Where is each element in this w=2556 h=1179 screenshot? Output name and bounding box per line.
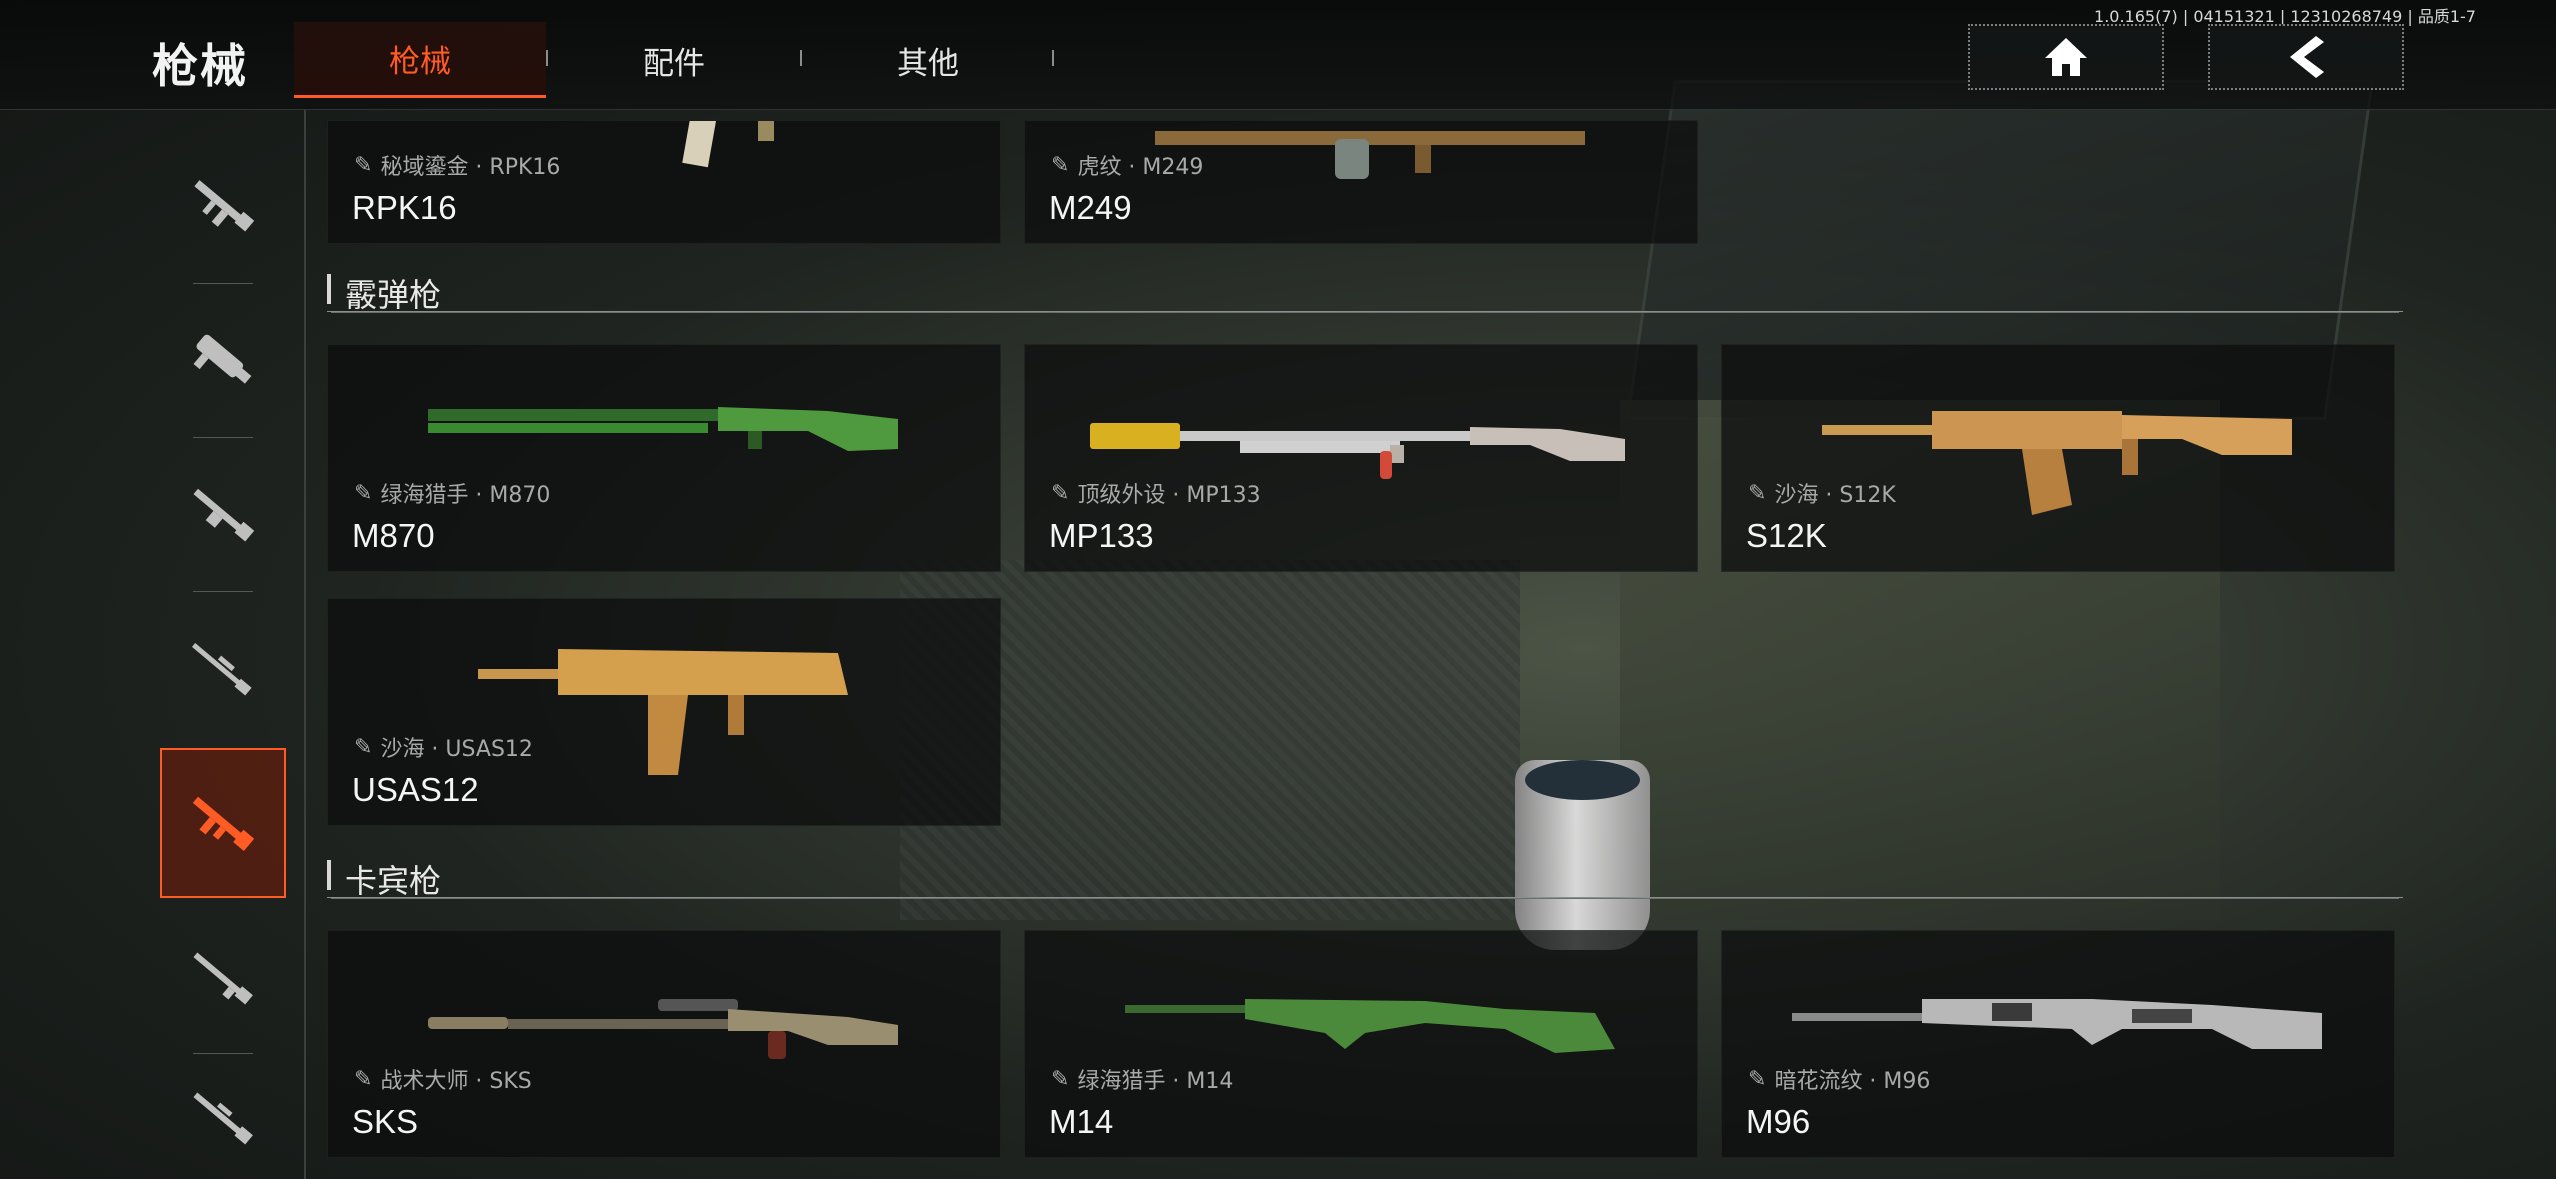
skin-label: 沙海 · S12K (1774, 483, 1896, 508)
weapon-skin: ✎ 虎纹 · M249 (1051, 149, 1203, 181)
sidebar-item-shotgun[interactable] (160, 748, 286, 898)
paint-tag-icon: ✎ (1051, 152, 1070, 178)
weapon-card-m14[interactable]: ✎ 绿海猎手 · M14 M14 (1024, 930, 1698, 1158)
weapon-card-m249[interactable]: ✎ 虎纹 · M249 M249 (1024, 120, 1698, 244)
weapon-card-m870[interactable]: ✎ 绿海猎手 · M870 M870 (327, 344, 1001, 572)
weapon-card-mp133[interactable]: ✎ 顶级外设 · MP133 MP133 (1024, 344, 1698, 572)
sidebar-divider (193, 283, 253, 284)
skin-label: 虎纹 · M249 (1077, 155, 1204, 180)
home-button[interactable] (1968, 24, 2164, 90)
skin-label: 战术大师 · SKS (380, 1069, 532, 1094)
weapon-card-m96[interactable]: ✎ 暗花流纹 · M96 M96 (1721, 930, 2395, 1158)
home-icon (2045, 38, 2087, 76)
weapon-name: M870 (352, 517, 435, 554)
tab-attachments[interactable]: 配件 (548, 22, 800, 98)
back-arrow-icon (2290, 36, 2324, 78)
paint-tag-icon: ✎ (1748, 480, 1767, 506)
section-title: 霰弹枪 (345, 276, 442, 314)
weapon-name: M249 (1049, 189, 1132, 226)
tab-separator (1052, 50, 1054, 66)
sidebar-divider (193, 437, 253, 438)
section-header-shotgun: 霰弹枪 (327, 262, 2403, 314)
weapon-skin: ✎ 绿海猎手 · M14 (1051, 1063, 1233, 1095)
weapon-name: M96 (1746, 1103, 1811, 1140)
skin-label: 秘域鎏金 · RPK16 (380, 155, 561, 180)
paint-tag-icon: ✎ (1748, 1066, 1767, 1092)
weapon-name: M14 (1049, 1103, 1114, 1140)
tab-label: 枪械 (389, 44, 451, 80)
page-title: 枪械 (152, 39, 248, 93)
paint-tag-icon: ✎ (1051, 480, 1070, 506)
weapon-name: MP133 (1049, 517, 1154, 554)
skin-label: 绿海猎手 · M870 (380, 483, 551, 508)
sniper-icon (191, 643, 252, 696)
weapon-skin: ✎ 暗花流纹 · M96 (1748, 1063, 1930, 1095)
weapon-skin: ✎ 沙海 · USAS12 (354, 731, 533, 763)
assault-rifle-icon (194, 180, 255, 232)
background-lantern-cap (1525, 760, 1640, 800)
weapon-card-sks[interactable]: ✎ 战术大师 · SKS SKS (327, 930, 1001, 1158)
top-bar: 枪械 枪械 配件 其他 1.0.165(7) | 04151321 | 1231… (0, 0, 2556, 110)
rpk16-gun-image (682, 121, 774, 168)
weapon-skin: ✎ 秘域鎏金 · RPK16 (354, 149, 560, 181)
skin-label: 沙海 · USAS12 (380, 737, 533, 762)
sidebar-item-smg[interactable] (160, 285, 286, 435)
weapon-card-usas12[interactable]: ✎ 沙海 · USAS12 USAS12 (327, 598, 1001, 826)
tab-label: 其他 (897, 45, 959, 82)
weapon-skin: ✎ 战术大师 · SKS (354, 1063, 532, 1095)
sidebar-item-dmr[interactable] (160, 1056, 286, 1179)
sidebar-item-lmg[interactable] (160, 440, 286, 590)
usas12-gun-image (478, 649, 848, 775)
back-button[interactable] (2208, 24, 2404, 90)
tab-others[interactable]: 其他 (802, 22, 1054, 98)
sidebar-item-assault-rifle[interactable] (160, 130, 286, 280)
section-marker (327, 274, 331, 304)
carbine-icon (193, 952, 253, 1005)
tab-guns[interactable]: 枪械 (294, 22, 546, 98)
sidebar-item-carbine[interactable] (160, 903, 286, 1053)
paint-tag-icon: ✎ (1051, 1066, 1070, 1092)
sidebar-divider (193, 591, 253, 592)
weapon-skin: ✎ 沙海 · S12K (1748, 477, 1896, 509)
smg-icon (193, 334, 252, 384)
skin-label: 暗花流纹 · M96 (1774, 1069, 1931, 1094)
weapon-card-s12k[interactable]: ✎ 沙海 · S12K S12K (1721, 344, 2395, 572)
sidebar-item-sniper[interactable] (160, 594, 286, 744)
weapon-skin: ✎ 绿海猎手 · M870 (354, 477, 550, 509)
dmr-icon (193, 1092, 253, 1144)
sidebar-border (304, 110, 306, 1179)
weapon-name: S12K (1746, 517, 1827, 554)
section-marker (327, 860, 331, 890)
m870-gun-image (428, 407, 898, 451)
sidebar-divider (193, 1053, 253, 1054)
m249-gun-image (1155, 131, 1585, 179)
skin-label: 绿海猎手 · M14 (1077, 1069, 1234, 1094)
shotgun-icon (192, 796, 255, 851)
paint-tag-icon: ✎ (354, 152, 373, 178)
section-title: 卡宾枪 (345, 862, 442, 900)
section-header-carbine: 卡宾枪 (327, 848, 2403, 900)
weapon-name: SKS (352, 1103, 419, 1140)
weapon-skin: ✎ 顶级外设 · MP133 (1051, 477, 1261, 509)
weapon-card-rpk16[interactable]: ✎ 秘域鎏金 · RPK16 RPK16 (327, 120, 1001, 244)
skin-label: 顶级外设 · MP133 (1077, 483, 1261, 508)
paint-tag-icon: ✎ (354, 734, 373, 760)
lmg-icon (193, 488, 255, 542)
weapon-name: USAS12 (352, 771, 479, 808)
paint-tag-icon: ✎ (354, 480, 373, 506)
paint-tag-icon: ✎ (354, 1066, 373, 1092)
weapon-name: RPK16 (352, 189, 457, 226)
tab-label: 配件 (643, 45, 705, 82)
